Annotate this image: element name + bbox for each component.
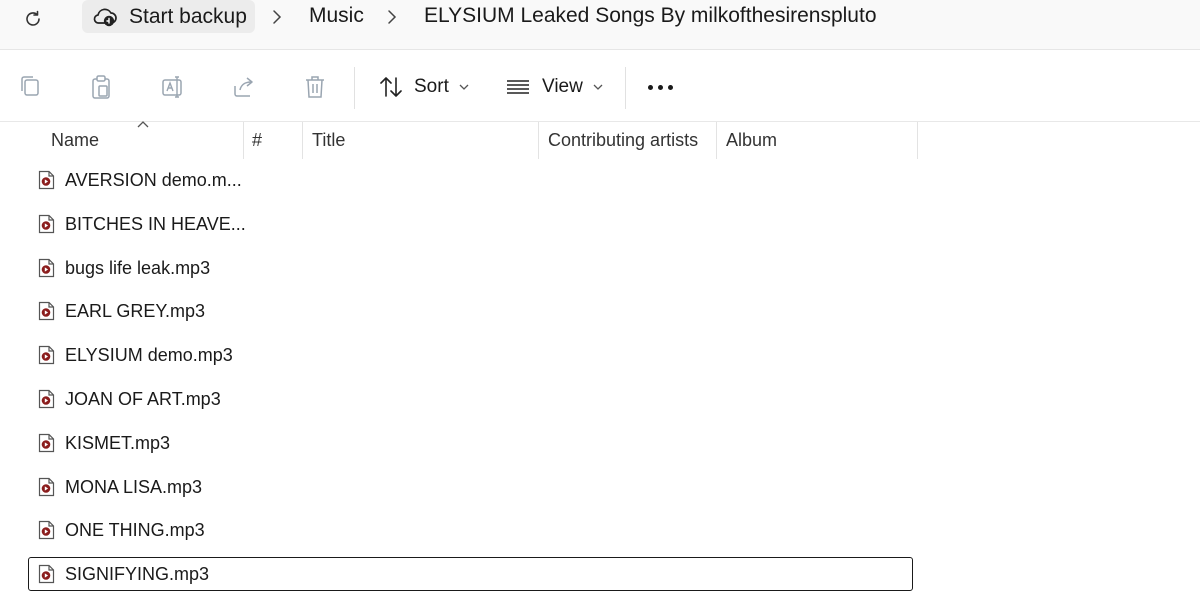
view-button[interactable]: View bbox=[506, 73, 603, 101]
column-divider[interactable] bbox=[716, 122, 717, 159]
file-name: ONE THING.mp3 bbox=[65, 519, 205, 540]
audio-file-icon bbox=[38, 477, 55, 497]
file-row[interactable]: KISMET.mp3 bbox=[28, 426, 913, 460]
sort-label: Sort bbox=[414, 76, 449, 97]
audio-file-icon bbox=[38, 345, 55, 365]
column-divider[interactable] bbox=[917, 122, 918, 159]
file-name: BITCHES IN HEAVE... bbox=[65, 213, 246, 234]
column-header-contributing-artists[interactable]: Contributing artists bbox=[548, 122, 698, 159]
file-name: SIGNIFYING.mp3 bbox=[65, 563, 210, 584]
breadcrumb-music[interactable]: Music bbox=[309, 4, 364, 28]
column-divider[interactable] bbox=[302, 122, 303, 159]
column-header-number[interactable]: # bbox=[252, 122, 262, 159]
audio-file-icon bbox=[38, 301, 55, 321]
file-name: EARL GREY.mp3 bbox=[65, 300, 206, 321]
audio-file-icon bbox=[38, 564, 55, 584]
file-name: AVERSION demo.m... bbox=[65, 169, 242, 190]
sort-button[interactable]: Sort bbox=[379, 73, 469, 101]
command-bar: Sort View bbox=[0, 51, 1200, 122]
breadcrumb-current-folder[interactable]: ELYSIUM Leaked Songs By milkofthesirensp… bbox=[424, 4, 877, 28]
delete-icon[interactable] bbox=[302, 74, 328, 100]
chevron-right-icon bbox=[388, 10, 397, 24]
file-name: JOAN OF ART.mp3 bbox=[65, 388, 221, 409]
file-name: KISMET.mp3 bbox=[65, 432, 171, 453]
column-divider[interactable] bbox=[538, 122, 539, 159]
chevron-down-icon bbox=[459, 84, 469, 90]
column-header-album[interactable]: Album bbox=[726, 122, 777, 159]
more-options-button[interactable] bbox=[648, 85, 673, 90]
file-row[interactable]: JOAN OF ART.mp3 bbox=[28, 382, 913, 416]
sort-icon bbox=[380, 77, 402, 97]
copy-icon[interactable] bbox=[18, 74, 44, 100]
file-row[interactable]: bugs life leak.mp3 bbox=[28, 251, 913, 285]
toolbar-divider bbox=[354, 67, 355, 109]
toolbar-divider bbox=[625, 67, 626, 109]
file-row[interactable]: ELYSIUM demo.mp3 bbox=[28, 338, 913, 372]
column-divider[interactable] bbox=[243, 122, 244, 159]
audio-file-icon bbox=[38, 520, 55, 540]
file-row[interactable]: ONE THING.mp3 bbox=[28, 513, 913, 547]
file-name: ELYSIUM demo.mp3 bbox=[65, 344, 233, 365]
audio-file-icon bbox=[38, 170, 55, 190]
chevron-right-icon bbox=[273, 10, 282, 24]
sort-ascending-icon bbox=[137, 121, 149, 128]
audio-file-icon bbox=[38, 389, 55, 409]
file-name: bugs life leak.mp3 bbox=[65, 257, 211, 278]
file-row[interactable]: AVERSION demo.m... bbox=[28, 163, 913, 197]
file-row[interactable]: MONA LISA.mp3 bbox=[28, 470, 913, 504]
refresh-icon bbox=[26, 10, 40, 26]
paste-icon[interactable] bbox=[88, 74, 114, 100]
more-dots-icon bbox=[648, 85, 653, 90]
refresh-button[interactable] bbox=[18, 4, 48, 34]
audio-file-icon bbox=[38, 433, 55, 453]
breadcrumb-start-backup[interactable]: Start backup bbox=[82, 0, 255, 33]
chevron-down-icon bbox=[593, 84, 603, 90]
file-row[interactable]: SIGNIFYING.mp3 bbox=[28, 557, 913, 591]
column-header-title[interactable]: Title bbox=[312, 122, 345, 159]
column-header-name[interactable]: Name bbox=[51, 122, 99, 159]
view-icon bbox=[507, 80, 529, 94]
address-bar: Start backup Music ELYSIUM Leaked Songs … bbox=[0, 0, 1200, 50]
breadcrumb-home-label: Start backup bbox=[129, 4, 247, 28]
view-label: View bbox=[542, 76, 583, 97]
audio-file-icon bbox=[38, 258, 55, 278]
audio-file-icon bbox=[38, 214, 55, 234]
file-row[interactable]: BITCHES IN HEAVE... bbox=[28, 207, 913, 241]
share-icon[interactable] bbox=[231, 74, 257, 100]
cloud-backup-icon bbox=[93, 8, 117, 26]
rename-icon[interactable] bbox=[160, 74, 186, 100]
column-header-row: Name # Title Contributing artists Album bbox=[0, 121, 1200, 159]
file-name: MONA LISA.mp3 bbox=[65, 476, 203, 497]
file-row[interactable]: EARL GREY.mp3 bbox=[28, 294, 913, 328]
